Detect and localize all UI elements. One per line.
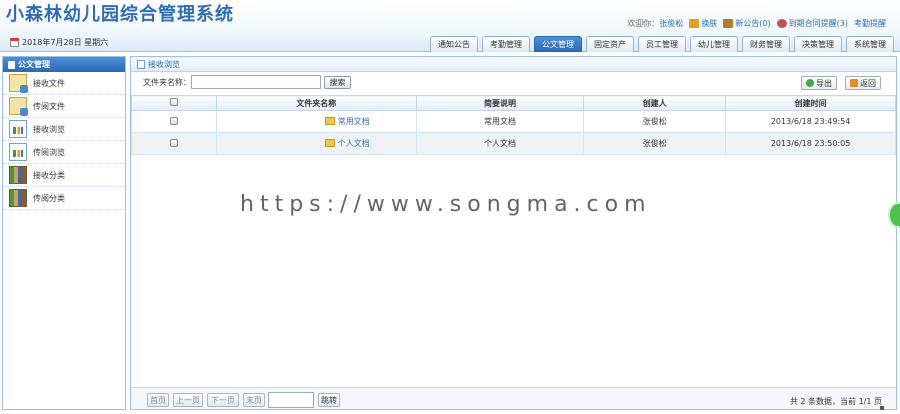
row-checkbox[interactable] — [169, 116, 178, 125]
search-label: 文件夹名称： — [143, 78, 191, 87]
receive-browse-icon — [9, 120, 27, 138]
col-created-time[interactable]: 创建时间 — [725, 95, 896, 111]
search-button[interactable]: 搜索 — [324, 76, 351, 89]
select-all-checkbox[interactable] — [169, 98, 178, 106]
col-description[interactable]: 简要说明 — [415, 95, 585, 111]
back-icon — [850, 79, 858, 87]
tab-attendance[interactable]: 考勤管理 — [482, 36, 530, 52]
contract-icon — [776, 19, 787, 28]
sidebar-item-label: 接收分类 — [33, 170, 65, 180]
main-tabs: 通知公告 考勤管理 公文管理 固定资产 员工管理 幼儿管理 财务管理 决策管理 … — [430, 36, 894, 52]
sidebar-item-label: 传阅分类 — [33, 193, 65, 203]
circulate-category-icon — [9, 189, 27, 207]
last-page-button[interactable]: 末页 — [243, 393, 265, 407]
breadcrumb-label: 接收浏览 — [148, 59, 180, 69]
sidebar-item-circulate-file[interactable]: 传阅文件 — [3, 95, 125, 118]
attendance-reminder-link[interactable]: 考勤提醒 — [854, 18, 886, 29]
app-header: 小森林幼儿园综合管理系统 欢迎你：张俊松 换肤 新公告(0) 到期合同提醒(3)… — [0, 0, 900, 52]
username[interactable]: 张俊松 — [659, 19, 683, 28]
contract-reminder-link[interactable]: 到期合同提醒(3) — [776, 18, 848, 29]
watermark-text: https://www.songma.com — [240, 192, 652, 217]
pagination: 首页 上一页 下一页 末页 跳转 共 2 条数据，当前 1/1 页 — [131, 387, 896, 409]
row-description: 个人文档 — [415, 132, 585, 155]
sidebar-item-receive-category[interactable]: 接收分类 — [3, 164, 125, 187]
export-icon — [806, 79, 814, 87]
tab-children[interactable]: 幼儿管理 — [690, 36, 738, 52]
tab-decision[interactable]: 决策管理 — [794, 36, 842, 52]
sidebar-item-receive-browse[interactable]: 接收浏览 — [3, 118, 125, 141]
calendar-icon — [10, 38, 19, 47]
export-button[interactable]: 导出 — [801, 76, 837, 90]
breadcrumb: 接收浏览 — [131, 57, 896, 72]
row-created-time: 2013/6/18 23:49:54 — [725, 110, 896, 133]
sidebar-item-label: 接收文件 — [33, 78, 65, 88]
main-panel: 接收浏览 文件夹名称： 搜索 导出 返回 文件夹名称 简要说明 创建人 创建时间… — [130, 56, 897, 410]
circulate-browse-icon — [9, 143, 27, 161]
tab-staff[interactable]: 员工管理 — [638, 36, 686, 52]
folder-icon — [324, 139, 335, 147]
table-header-row: 文件夹名称 简要说明 创建人 创建时间 — [131, 95, 896, 111]
row-description: 常用文档 — [415, 110, 585, 133]
prev-page-button[interactable]: 上一页 — [173, 393, 203, 407]
sidebar-header: 公文管理 — [3, 57, 125, 72]
sidebar-item-label: 接收浏览 — [33, 124, 65, 134]
folder-name-input[interactable] — [191, 75, 321, 89]
table-row[interactable]: 个人文档 个人文档 张俊松 2013/6/18 23:50:05 — [131, 132, 896, 155]
tab-notices[interactable]: 通知公告 — [430, 36, 478, 52]
folder-link[interactable]: 常用文档 — [338, 117, 370, 126]
receive-category-icon — [9, 166, 27, 184]
page-number-input[interactable] — [268, 392, 314, 408]
row-created-time: 2013/6/18 23:50:05 — [725, 132, 896, 155]
notice-link[interactable]: 新公告(0) — [723, 18, 771, 29]
folder-table: 文件夹名称 简要说明 创建人 创建时间 常用文档 常用文档 张俊松 2013/6… — [131, 95, 896, 155]
tab-system[interactable]: 系统管理 — [846, 36, 894, 52]
current-date: 2018年7月28日 星期六 — [10, 37, 108, 48]
back-button[interactable]: 返回 — [845, 76, 881, 90]
document-icon — [8, 60, 15, 69]
next-page-button[interactable]: 下一页 — [207, 393, 239, 407]
select-all-cell — [131, 95, 217, 111]
circulate-file-icon — [9, 97, 28, 116]
receive-file-icon — [9, 74, 28, 93]
search-bar: 文件夹名称： 搜索 导出 返回 — [131, 72, 896, 92]
pagination-info: 共 2 条数据，当前 1/1 页 — [789, 397, 882, 406]
folder-link[interactable]: 个人文档 — [338, 139, 370, 148]
folder-icon — [324, 117, 335, 125]
jump-button[interactable]: 跳转 — [318, 393, 340, 407]
scroll-indicator — [880, 406, 884, 410]
sidebar: 公文管理 接收文件 传阅文件 接收浏览 传阅浏览 接收分类 传阅分类 — [2, 56, 126, 410]
table-row[interactable]: 常用文档 常用文档 张俊松 2013/6/18 23:49:54 — [131, 110, 896, 133]
notice-icon — [723, 19, 734, 28]
tab-finance[interactable]: 财务管理 — [742, 36, 790, 52]
sidebar-item-circulate-category[interactable]: 传阅分类 — [3, 187, 125, 210]
sidebar-item-label: 传阅浏览 — [33, 147, 65, 157]
col-creator[interactable]: 创建人 — [583, 95, 727, 111]
top-links: 欢迎你：张俊松 换肤 新公告(0) 到期合同提醒(3) 考勤提醒 — [627, 18, 886, 29]
page-icon — [137, 59, 145, 69]
row-creator: 张俊松 — [583, 132, 727, 155]
sidebar-item-label: 传阅文件 — [33, 101, 65, 111]
sidebar-item-circulate-browse[interactable]: 传阅浏览 — [3, 141, 125, 164]
sidebar-item-receive-file[interactable]: 接收文件 — [3, 72, 125, 95]
row-checkbox[interactable] — [169, 138, 178, 147]
row-creator: 张俊松 — [583, 110, 727, 133]
tab-documents[interactable]: 公文管理 — [534, 36, 582, 52]
tab-fixed-assets[interactable]: 固定资产 — [586, 36, 634, 52]
col-folder-name[interactable]: 文件夹名称 — [215, 95, 417, 111]
first-page-button[interactable]: 首页 — [147, 393, 169, 407]
skin-link[interactable]: 换肤 — [689, 18, 717, 29]
skin-icon — [689, 19, 700, 28]
app-title: 小森林幼儿园综合管理系统 — [6, 4, 234, 25]
welcome-text: 欢迎你：张俊松 — [627, 19, 684, 28]
